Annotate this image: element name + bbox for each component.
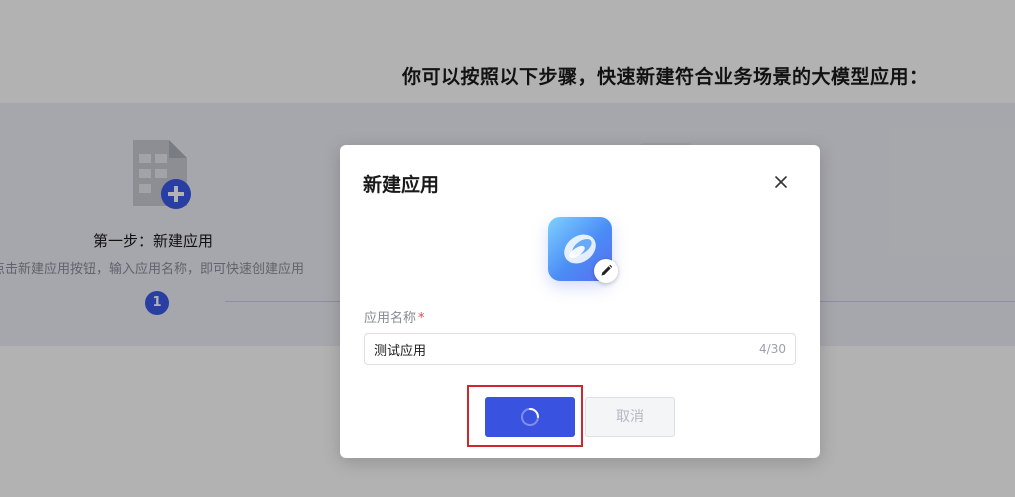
app-name-label: 应用名称 *	[364, 307, 425, 326]
dialog-title: 新建应用	[363, 174, 440, 196]
close-icon[interactable]	[770, 171, 792, 193]
edit-avatar-button[interactable]	[594, 259, 618, 283]
app-name-field[interactable]: 4/30	[364, 333, 796, 365]
loading-spinner-icon	[521, 408, 539, 426]
confirm-button[interactable]	[485, 397, 575, 437]
create-app-dialog: 新建应用 应用名称* 4/30 取消	[340, 145, 820, 458]
char-counter: 4/30	[759, 342, 786, 356]
cancel-button[interactable]: 取消	[585, 397, 675, 437]
pencil-icon	[601, 264, 613, 276]
app-name-label-text: 应用名称	[364, 311, 417, 326]
app-name-input[interactable]	[374, 334, 744, 364]
required-asterisk: *	[418, 311, 425, 326]
